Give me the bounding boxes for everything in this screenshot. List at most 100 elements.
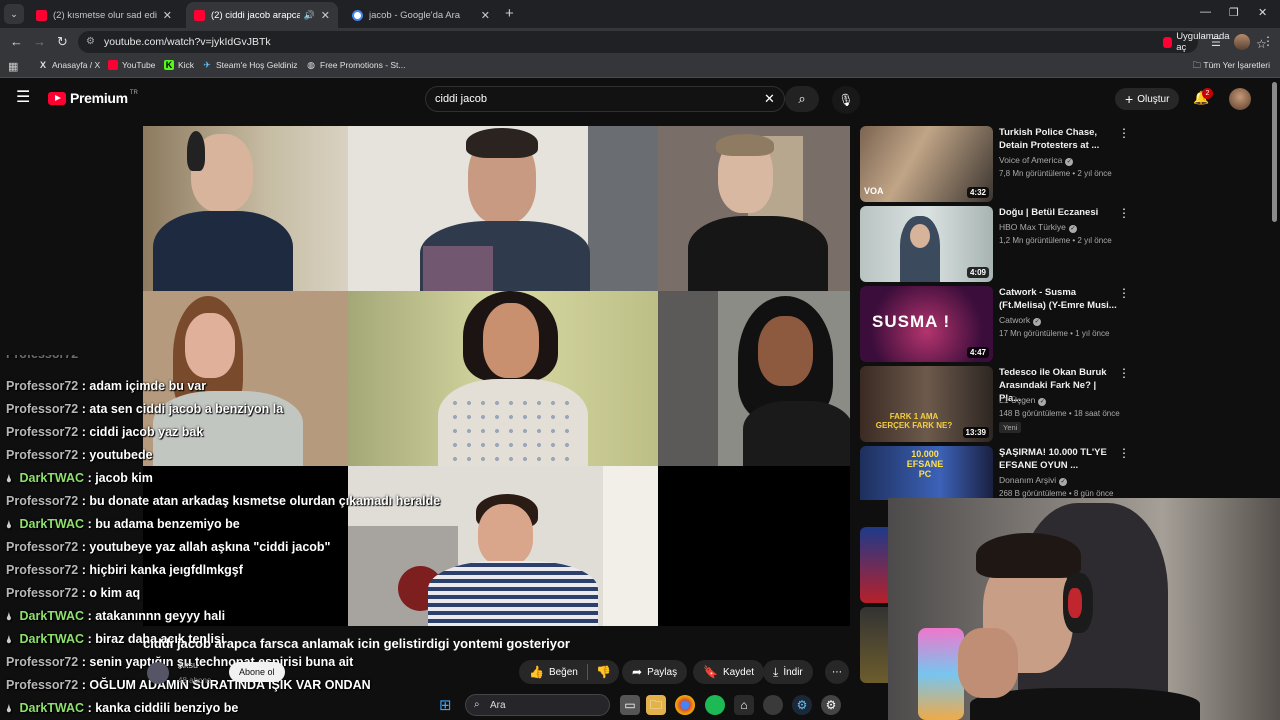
recommendation-item[interactable]: SUSMA ! 4:47 Catwork - Susma (Ft.Melisa)…	[860, 286, 1130, 362]
site-info-icon[interactable]: ⚙	[86, 36, 95, 47]
recommendation-channel[interactable]: Voice of America ✓	[999, 155, 1074, 166]
speaker-icon[interactable]: 🔊	[304, 10, 315, 21]
verified-check-icon: ✓	[1033, 318, 1042, 326]
reload-icon[interactable]: ↻	[57, 34, 68, 50]
recommendation-channel[interactable]: Donanım Arşivi ✓	[999, 475, 1068, 486]
chat-message: : senin yaptığın şu technopat espirisi b…	[81, 655, 354, 669]
youtube-premium-logo[interactable]: Premium TR	[48, 90, 138, 106]
close-tab-icon[interactable]: ✕	[481, 9, 490, 22]
recommendation-title[interactable]: Turkish Police Chase, Detain Protesters …	[999, 126, 1119, 152]
channel-name[interactable]: Aksu	[178, 660, 198, 670]
recommendation-menu-icon[interactable]: ⋮	[1118, 366, 1130, 380]
download-button[interactable]: ⤓ İndir	[763, 660, 813, 684]
channel-avatar[interactable]	[147, 662, 169, 684]
recommendation-menu-icon[interactable]: ⋮	[1118, 206, 1130, 220]
extensions-icon[interactable]: ☰	[1211, 36, 1221, 49]
bookmark-icon: 🔖	[703, 665, 718, 679]
spotify-icon[interactable]	[705, 695, 725, 715]
page-scrollbar[interactable]	[1272, 82, 1277, 222]
steam-logo-icon: ✈	[203, 60, 211, 70]
recommendation-title[interactable]: Doğu | Betül Eczanesi	[999, 206, 1119, 219]
subscribe-button[interactable]: Abone ol	[229, 662, 285, 682]
dislike-button[interactable]: 👎	[588, 660, 619, 684]
browser-tab-kismetse[interactable]: (2) kısmetse olur sad edit - YouT ✕	[28, 2, 180, 28]
save-button[interactable]: 🔖 Kaydet	[693, 660, 765, 684]
game-launcher-icon[interactable]	[763, 695, 783, 715]
search-input[interactable]: ciddi jacob ✕	[425, 86, 785, 112]
chat-message: : o kim aq	[81, 586, 141, 600]
create-button[interactable]: + Oluştur	[1115, 88, 1180, 110]
chrome-icon[interactable]	[675, 695, 695, 715]
task-view-icon[interactable]: ▭	[620, 695, 640, 715]
bookmark-x[interactable]: X Anasayfa / X	[38, 60, 100, 70]
forward-arrow-icon[interactable]: →	[33, 34, 46, 49]
file-explorer-icon[interactable]: 🗀	[646, 695, 666, 715]
video-thumbnail[interactable]: FARK 1 AMA GERÇEK FARK NE? 13:39	[860, 366, 993, 442]
youtube-account-avatar[interactable]	[1229, 88, 1251, 110]
windows-start-icon[interactable]: ⊞	[439, 696, 452, 714]
close-tab-icon[interactable]: ✕	[321, 9, 330, 22]
more-actions-button[interactable]: ⋯	[825, 660, 849, 684]
chrome-profile-avatar[interactable]	[1234, 34, 1250, 50]
video-thumbnail[interactable]: 10.000 EFSANE PC	[860, 446, 993, 500]
recommendation-item[interactable]: VOA 4:32 Turkish Police Chase, Detain Pr…	[860, 126, 1130, 202]
close-window-icon[interactable]: ✕	[1258, 6, 1267, 19]
search-query-text[interactable]: ciddi jacob	[435, 93, 487, 105]
recommendation-channel[interactable]: HBO Max Türkiye ✓	[999, 222, 1077, 233]
tab-search-button[interactable]: ⌄	[4, 4, 24, 24]
recommendation-title[interactable]: ŞAŞIRMA! 10.000 TL'YE EFSANE OYUN ...	[999, 446, 1119, 472]
recommendation-item[interactable]: 4:09 Doğu | Betül Eczanesi HBO Max Türki…	[860, 206, 1130, 282]
bookmark-youtube[interactable]: YouTube	[108, 60, 155, 70]
browser-tab-google-jacob[interactable]: jacob - Google'da Ara ✕	[344, 2, 498, 28]
recommendation-channel[interactable]: Catwork ✓	[999, 315, 1042, 326]
video-thumbnail[interactable]: 4:09	[860, 206, 993, 282]
close-tab-icon[interactable]: ✕	[163, 9, 172, 22]
chat-message: : OĞLUM ADAMIN SURATINDA IŞIK VAR ONDAN	[81, 678, 371, 692]
bookmark-steam[interactable]: ✈ Steam'e Hoş Geldiniz	[202, 60, 297, 70]
chrome-menu-icon[interactable]: ⋮	[1262, 34, 1274, 48]
minimize-icon[interactable]: —	[1200, 6, 1211, 18]
settings-icon[interactable]: ⚙	[821, 695, 841, 715]
new-tab-icon[interactable]: +	[505, 5, 514, 22]
recommendation-menu-icon[interactable]: ⋮	[1118, 126, 1130, 140]
recommendation-menu-icon[interactable]: ⋮	[1118, 446, 1130, 460]
recommendation-item[interactable]: 10.000 EFSANE PC ŞAŞIRMA! 10.000 TL'YE E…	[860, 446, 1130, 500]
tab-title: (2) kısmetse olur sad edit - YouT	[53, 9, 157, 21]
recommendation-menu-icon[interactable]: ⋮	[1118, 286, 1130, 300]
chat-username: DarkTWAC	[19, 609, 85, 623]
recommendation-channel[interactable]: L1 Üçgen ✓	[999, 395, 1047, 406]
tab-title: (2) ciddi jacob arapca farsca	[211, 9, 300, 21]
app-icon[interactable]: ⌂	[734, 695, 754, 715]
globe-icon: ◍	[307, 60, 315, 70]
bookmark-label: Free Promotions - St...	[320, 60, 406, 70]
chat-line: Professor72 : o kim aq	[6, 586, 140, 600]
bookmark-free-promotions[interactable]: ◍ Free Promotions - St...	[306, 60, 406, 70]
url-text[interactable]: youtube.com/watch?v=jykIdGvJBTk	[104, 36, 271, 48]
recommendation-title[interactable]: Catwork - Susma (Ft.Melisa) (Y-Emre Musi…	[999, 286, 1119, 312]
video-thumbnail-partial[interactable]	[860, 607, 888, 683]
bookmark-kick[interactable]: K Kick	[164, 60, 194, 70]
recommendation-item[interactable]: FARK 1 AMA GERÇEK FARK NE? 13:39 Tedesco…	[860, 366, 1130, 442]
omnibox[interactable]: ⚙ youtube.com/watch?v=jykIdGvJBTk Uygula…	[78, 31, 1267, 53]
video-thumbnail[interactable]: VOA 4:32	[860, 126, 993, 202]
taskbar-search-box[interactable]: ⌕ Ara	[465, 694, 610, 716]
all-bookmarks-button[interactable]: 🗀 Tüm Yer İşaretleri	[1193, 60, 1270, 74]
search-button[interactable]: ⌕	[785, 86, 819, 112]
open-in-app-button[interactable]: Uygulamada aç	[1163, 31, 1231, 53]
browser-tab-ciddi-jacob[interactable]: (2) ciddi jacob arapca farsca 🔊 ✕	[186, 2, 338, 28]
steam-icon[interactable]: ⚙	[792, 695, 812, 715]
hamburger-menu-icon[interactable]: ☰	[16, 90, 30, 106]
restore-icon[interactable]: ❐	[1229, 6, 1239, 19]
share-button[interactable]: ➦ Paylaş	[622, 660, 688, 684]
voice-search-button[interactable]: 🎙	[832, 86, 860, 114]
clear-search-icon[interactable]: ✕	[764, 91, 775, 107]
like-label: Beğen	[548, 666, 578, 678]
chat-message: : ata sen ciddi jacob a benziyon la	[81, 402, 284, 416]
back-arrow-icon[interactable]: ←	[10, 34, 23, 49]
video-thumbnail-partial[interactable]	[860, 527, 888, 603]
chat-username: Professor72	[6, 379, 79, 393]
apps-grid-icon[interactable]: ▦	[8, 60, 18, 73]
video-thumbnail[interactable]: SUSMA ! 4:47	[860, 286, 993, 362]
verified-check-icon: ✓	[1059, 478, 1068, 486]
like-button[interactable]: 👍 Beğen	[519, 660, 588, 684]
